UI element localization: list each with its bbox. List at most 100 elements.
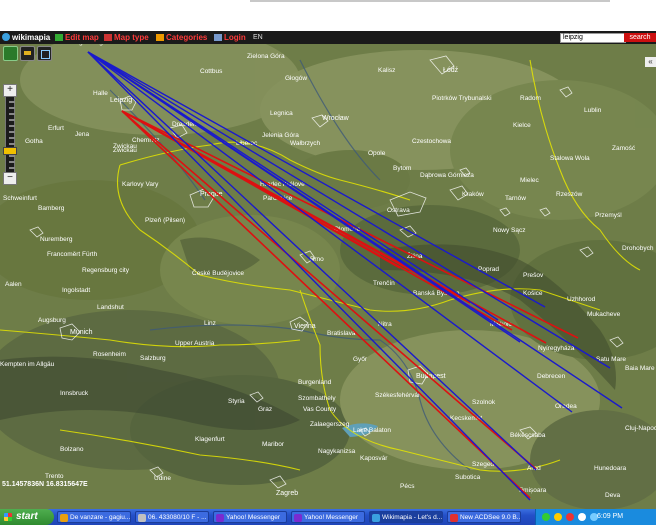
wikimapia-logo[interactable]: wikimapia: [2, 31, 50, 44]
city-label: Czestochowa: [412, 138, 451, 145]
edit-map-menu[interactable]: Edit map: [55, 31, 99, 44]
city-label: Francoměrt Fürth: [47, 251, 98, 258]
search-input[interactable]: leipzig: [560, 33, 626, 43]
city-label: Békéscsaba: [510, 432, 546, 439]
language-selector[interactable]: EN: [253, 31, 263, 44]
city-label: Burgenland: [298, 379, 332, 386]
city-label: Deva: [605, 492, 621, 499]
city-label: Mukacheve: [587, 311, 621, 318]
city-label: Ostrava: [387, 207, 410, 214]
taskbar-item[interactable]: New ACDSee 9.0 B...: [447, 511, 521, 523]
wikimapia-toolbar: wikimapia Edit map Map type Categories L…: [0, 31, 656, 44]
city-label: Pécs: [400, 483, 415, 490]
city-label: Łódź: [443, 67, 459, 74]
city-label: Rosenheim: [93, 351, 126, 358]
edit-map-label: Edit map: [65, 33, 99, 42]
city-label: Munich: [70, 329, 93, 336]
city-label: Nyíregyháza: [538, 345, 575, 352]
expand-panel-icon[interactable]: «: [645, 57, 656, 67]
city-label: Zielona Góra: [247, 53, 285, 60]
city-label: Cluj-Napoca: [625, 425, 656, 432]
taskbar-item[interactable]: Yahoo! Messenger: [291, 511, 365, 523]
zoom-slider-handle[interactable]: [3, 147, 17, 155]
city-label: Prešov: [523, 272, 544, 279]
coordinates-readout: 51.1457836N 16.8315647E: [2, 481, 88, 488]
city-label: Udine: [154, 475, 171, 482]
start-button[interactable]: start: [0, 509, 54, 525]
taskbar-item[interactable]: 06. 433080/10 F - ...: [135, 511, 209, 523]
city-label: Trenčín: [373, 280, 395, 287]
categories-menu[interactable]: Categories: [156, 31, 207, 44]
city-label: Aalen: [5, 281, 22, 288]
city-label: Ingolstadt: [62, 287, 90, 294]
taskbar-item-label: 06. 433080/10 F - ...: [148, 514, 207, 521]
brand-name: wikimapia: [12, 33, 51, 42]
map-type-label: Map type: [114, 33, 149, 42]
city-label: Stalowa Wola: [550, 155, 590, 162]
city-label: Bratislava: [327, 330, 356, 337]
city-label: Landshut: [97, 304, 124, 311]
city-label: Cottbus: [200, 68, 223, 75]
map-type-icon: [104, 34, 112, 41]
taskbar-item[interactable]: De vanzare - gagiu...: [57, 511, 131, 523]
locate-icon[interactable]: [3, 46, 18, 61]
city-label: Tarnów: [505, 195, 526, 202]
city-label: Upper Austria: [175, 340, 215, 347]
satellite-map[interactable]: MagdeburgZielona GóraKaliszŁódźCottbusGł…: [0, 31, 656, 509]
zoom-slider-track[interactable]: [5, 96, 15, 174]
city-label: Styria: [228, 398, 245, 405]
city-label: Uzhhorod: [567, 296, 596, 303]
city-label: Kalisz: [378, 67, 395, 74]
taskbar-item[interactable]: Yahoo! Messenger: [213, 511, 287, 523]
city-label: Jena: [75, 131, 89, 138]
clock: 6:09 PM: [597, 513, 624, 520]
network-icon[interactable]: [542, 513, 550, 521]
zoom-control: + −: [3, 84, 17, 185]
login-menu[interactable]: Login: [214, 31, 246, 44]
city-label: České Budějovice: [192, 268, 244, 277]
city-label: Szombathely: [298, 395, 336, 402]
city-label: Kempten im Allgäu: [0, 361, 55, 368]
start-label: start: [16, 511, 38, 522]
header-divider: [250, 0, 610, 2]
map-view[interactable]: MagdeburgZielona GóraKaliszŁódźCottbusGł…: [0, 31, 656, 509]
messenger-tray-icon[interactable]: [554, 513, 562, 521]
city-label: Hunedoara: [594, 465, 627, 472]
city-label: Graz: [258, 406, 272, 413]
city-label: Opole: [368, 150, 386, 157]
windows-taskbar: start De vanzare - gagiu... 06. 433080/10…: [0, 509, 656, 525]
volume-icon[interactable]: [578, 513, 586, 521]
app-icon: [138, 514, 146, 522]
globe-icon: [2, 33, 10, 41]
layers-icon[interactable]: [37, 46, 52, 61]
city-label: Augsburg: [38, 317, 66, 324]
windows-logo-icon: [4, 513, 12, 521]
system-tray: [535, 509, 656, 525]
city-label: Innsbruck: [60, 390, 89, 397]
city-label: Bytom: [393, 165, 411, 172]
city-label: Nagykanizsa: [318, 448, 356, 455]
app-icon: [216, 514, 224, 522]
zoom-out-button[interactable]: −: [3, 172, 17, 185]
categories-label: Categories: [166, 33, 208, 42]
city-label: Mielec: [520, 177, 540, 184]
white-header-area: [0, 0, 656, 31]
city-label: Głogów: [285, 75, 307, 82]
map-type-menu[interactable]: Map type: [104, 31, 149, 44]
city-label: Bamberg: [38, 205, 65, 212]
taskbar-item[interactable]: Wikimapia - Let's d...: [369, 511, 443, 523]
search-button[interactable]: search: [624, 33, 656, 42]
ruler-icon[interactable]: [20, 46, 35, 61]
app-icon: [294, 514, 302, 522]
city-label: Nowy Sącz: [493, 227, 526, 234]
city-label: Oradea: [555, 403, 577, 410]
city-label: Przemyśl: [595, 212, 622, 219]
antivirus-icon[interactable]: [566, 513, 574, 521]
city-label: Vas County: [303, 406, 337, 413]
city-label: Dąbrowa Górnicza: [420, 172, 474, 179]
city-label: Karlovy Vary: [122, 181, 159, 188]
city-label: Leipzig: [110, 97, 132, 104]
city-label: Halle: [93, 90, 108, 97]
city-label: Trento: [45, 473, 64, 480]
edit-icon: [55, 34, 63, 41]
